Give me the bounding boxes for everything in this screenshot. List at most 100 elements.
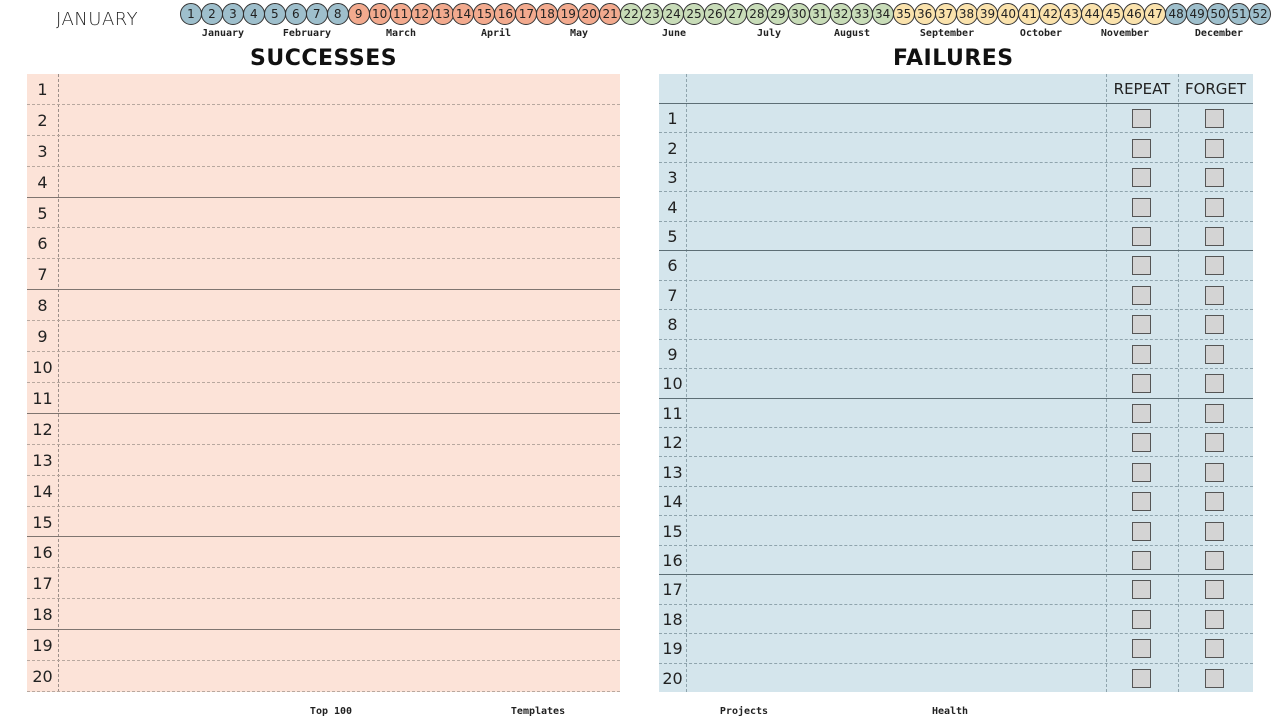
week-17-button[interactable]: 17: [515, 3, 538, 25]
forget-checkbox[interactable]: [1205, 344, 1224, 364]
repeat-checkbox[interactable]: [1132, 521, 1151, 541]
week-31-button[interactable]: 31: [808, 3, 831, 25]
repeat-checkbox[interactable]: [1132, 227, 1151, 247]
failure-entry-row[interactable]: 8: [659, 309, 1253, 338]
week-24-button[interactable]: 24: [662, 3, 685, 25]
success-entry-row[interactable]: 14: [27, 476, 620, 507]
week-1-button[interactable]: 1: [180, 3, 202, 25]
week-4-button[interactable]: 4: [242, 3, 265, 25]
failure-entry-row[interactable]: 19: [659, 633, 1253, 662]
week-20-button[interactable]: 20: [578, 3, 601, 25]
failure-entry-row[interactable]: 16: [659, 544, 1253, 574]
week-18-button[interactable]: 18: [536, 3, 559, 25]
footer-link-projects[interactable]: Projects: [720, 706, 768, 717]
success-entry-row[interactable]: 12: [27, 414, 620, 445]
failure-entry-row[interactable]: 17: [659, 574, 1253, 603]
failure-entry-row[interactable]: 4: [659, 191, 1253, 220]
repeat-checkbox[interactable]: [1132, 492, 1151, 512]
success-entry-row[interactable]: 11: [27, 383, 620, 414]
success-entry-row[interactable]: 20: [27, 661, 620, 692]
week-2-button[interactable]: 2: [200, 3, 223, 25]
forget-checkbox[interactable]: [1205, 315, 1224, 335]
forget-checkbox[interactable]: [1205, 168, 1224, 188]
week-40-button[interactable]: 40: [997, 3, 1020, 25]
week-44-button[interactable]: 44: [1081, 3, 1104, 25]
week-25-button[interactable]: 25: [683, 3, 706, 25]
success-entry-row[interactable]: 17: [27, 568, 620, 600]
week-15-button[interactable]: 15: [473, 3, 496, 25]
success-entry-row[interactable]: 5: [27, 198, 620, 229]
week-19-button[interactable]: 19: [557, 3, 580, 25]
repeat-checkbox[interactable]: [1132, 462, 1151, 482]
repeat-checkbox[interactable]: [1132, 668, 1151, 688]
week-35-button[interactable]: 35: [892, 3, 915, 25]
week-11-button[interactable]: 11: [389, 3, 412, 25]
month-link-november[interactable]: November: [1101, 28, 1149, 39]
failure-entry-row[interactable]: 2: [659, 132, 1253, 161]
failure-entry-row[interactable]: 14: [659, 485, 1253, 515]
forget-checkbox[interactable]: [1205, 285, 1224, 305]
week-12-button[interactable]: 12: [410, 3, 433, 25]
footer-link-templates[interactable]: Templates: [511, 706, 565, 717]
failure-entry-row[interactable]: 1: [659, 103, 1253, 132]
forget-checkbox[interactable]: [1205, 580, 1224, 600]
forget-checkbox[interactable]: [1205, 550, 1224, 570]
week-13-button[interactable]: 13: [431, 3, 454, 25]
forget-checkbox[interactable]: [1205, 374, 1224, 394]
week-8-button[interactable]: 8: [326, 3, 349, 25]
month-link-february[interactable]: February: [283, 28, 331, 39]
failure-entry-row[interactable]: 10: [659, 368, 1253, 397]
repeat-checkbox[interactable]: [1132, 433, 1151, 453]
repeat-checkbox[interactable]: [1132, 374, 1151, 394]
footer-link-health[interactable]: Health: [932, 706, 968, 717]
repeat-checkbox[interactable]: [1132, 315, 1151, 335]
week-50-button[interactable]: 50: [1207, 3, 1230, 25]
week-49-button[interactable]: 49: [1186, 3, 1209, 25]
week-34-button[interactable]: 34: [871, 3, 894, 25]
week-26-button[interactable]: 26: [704, 3, 726, 25]
forget-checkbox[interactable]: [1205, 109, 1224, 129]
forget-checkbox[interactable]: [1205, 227, 1224, 247]
repeat-checkbox[interactable]: [1132, 197, 1151, 217]
repeat-checkbox[interactable]: [1132, 138, 1151, 158]
month-link-march[interactable]: March: [386, 28, 416, 39]
failure-entry-row[interactable]: 7: [659, 279, 1253, 309]
failure-entry-row[interactable]: 20: [659, 662, 1253, 692]
week-21-button[interactable]: 21: [599, 3, 622, 25]
success-entry-row[interactable]: 18: [27, 599, 620, 631]
week-42-button[interactable]: 42: [1039, 3, 1062, 25]
repeat-checkbox[interactable]: [1132, 609, 1151, 629]
month-link-september[interactable]: September: [920, 28, 974, 39]
week-28-button[interactable]: 28: [745, 3, 768, 25]
success-entry-row[interactable]: 9: [27, 321, 620, 353]
forget-checkbox[interactable]: [1205, 433, 1224, 453]
forget-checkbox[interactable]: [1205, 462, 1224, 482]
repeat-checkbox[interactable]: [1132, 344, 1151, 364]
success-entry-row[interactable]: 4: [27, 167, 620, 198]
month-link-january[interactable]: January: [202, 28, 244, 39]
week-3-button[interactable]: 3: [221, 3, 244, 25]
week-46-button[interactable]: 46: [1123, 3, 1146, 25]
week-43-button[interactable]: 43: [1060, 3, 1083, 25]
repeat-checkbox[interactable]: [1132, 403, 1151, 423]
repeat-checkbox[interactable]: [1132, 109, 1151, 129]
failure-entry-row[interactable]: 12: [659, 426, 1253, 456]
week-5-button[interactable]: 5: [263, 3, 286, 25]
repeat-checkbox[interactable]: [1132, 256, 1151, 276]
success-entry-row[interactable]: 19: [27, 630, 620, 662]
week-37-button[interactable]: 37: [934, 3, 957, 25]
month-link-october[interactable]: October: [1020, 28, 1062, 39]
success-entry-row[interactable]: 2: [27, 105, 620, 136]
repeat-checkbox[interactable]: [1132, 580, 1151, 600]
success-entry-row[interactable]: 8: [27, 290, 620, 322]
week-51-button[interactable]: 51: [1228, 3, 1250, 25]
success-entry-row[interactable]: 1: [27, 74, 620, 105]
failure-entry-row[interactable]: 11: [659, 397, 1253, 427]
forget-checkbox[interactable]: [1205, 492, 1224, 512]
success-entry-row[interactable]: 7: [27, 259, 620, 291]
week-9-button[interactable]: 9: [347, 3, 370, 25]
week-16-button[interactable]: 16: [494, 3, 517, 25]
success-entry-row[interactable]: 16: [27, 538, 620, 569]
success-entry-row[interactable]: 6: [27, 229, 620, 260]
failure-entry-row[interactable]: 5: [659, 220, 1253, 250]
